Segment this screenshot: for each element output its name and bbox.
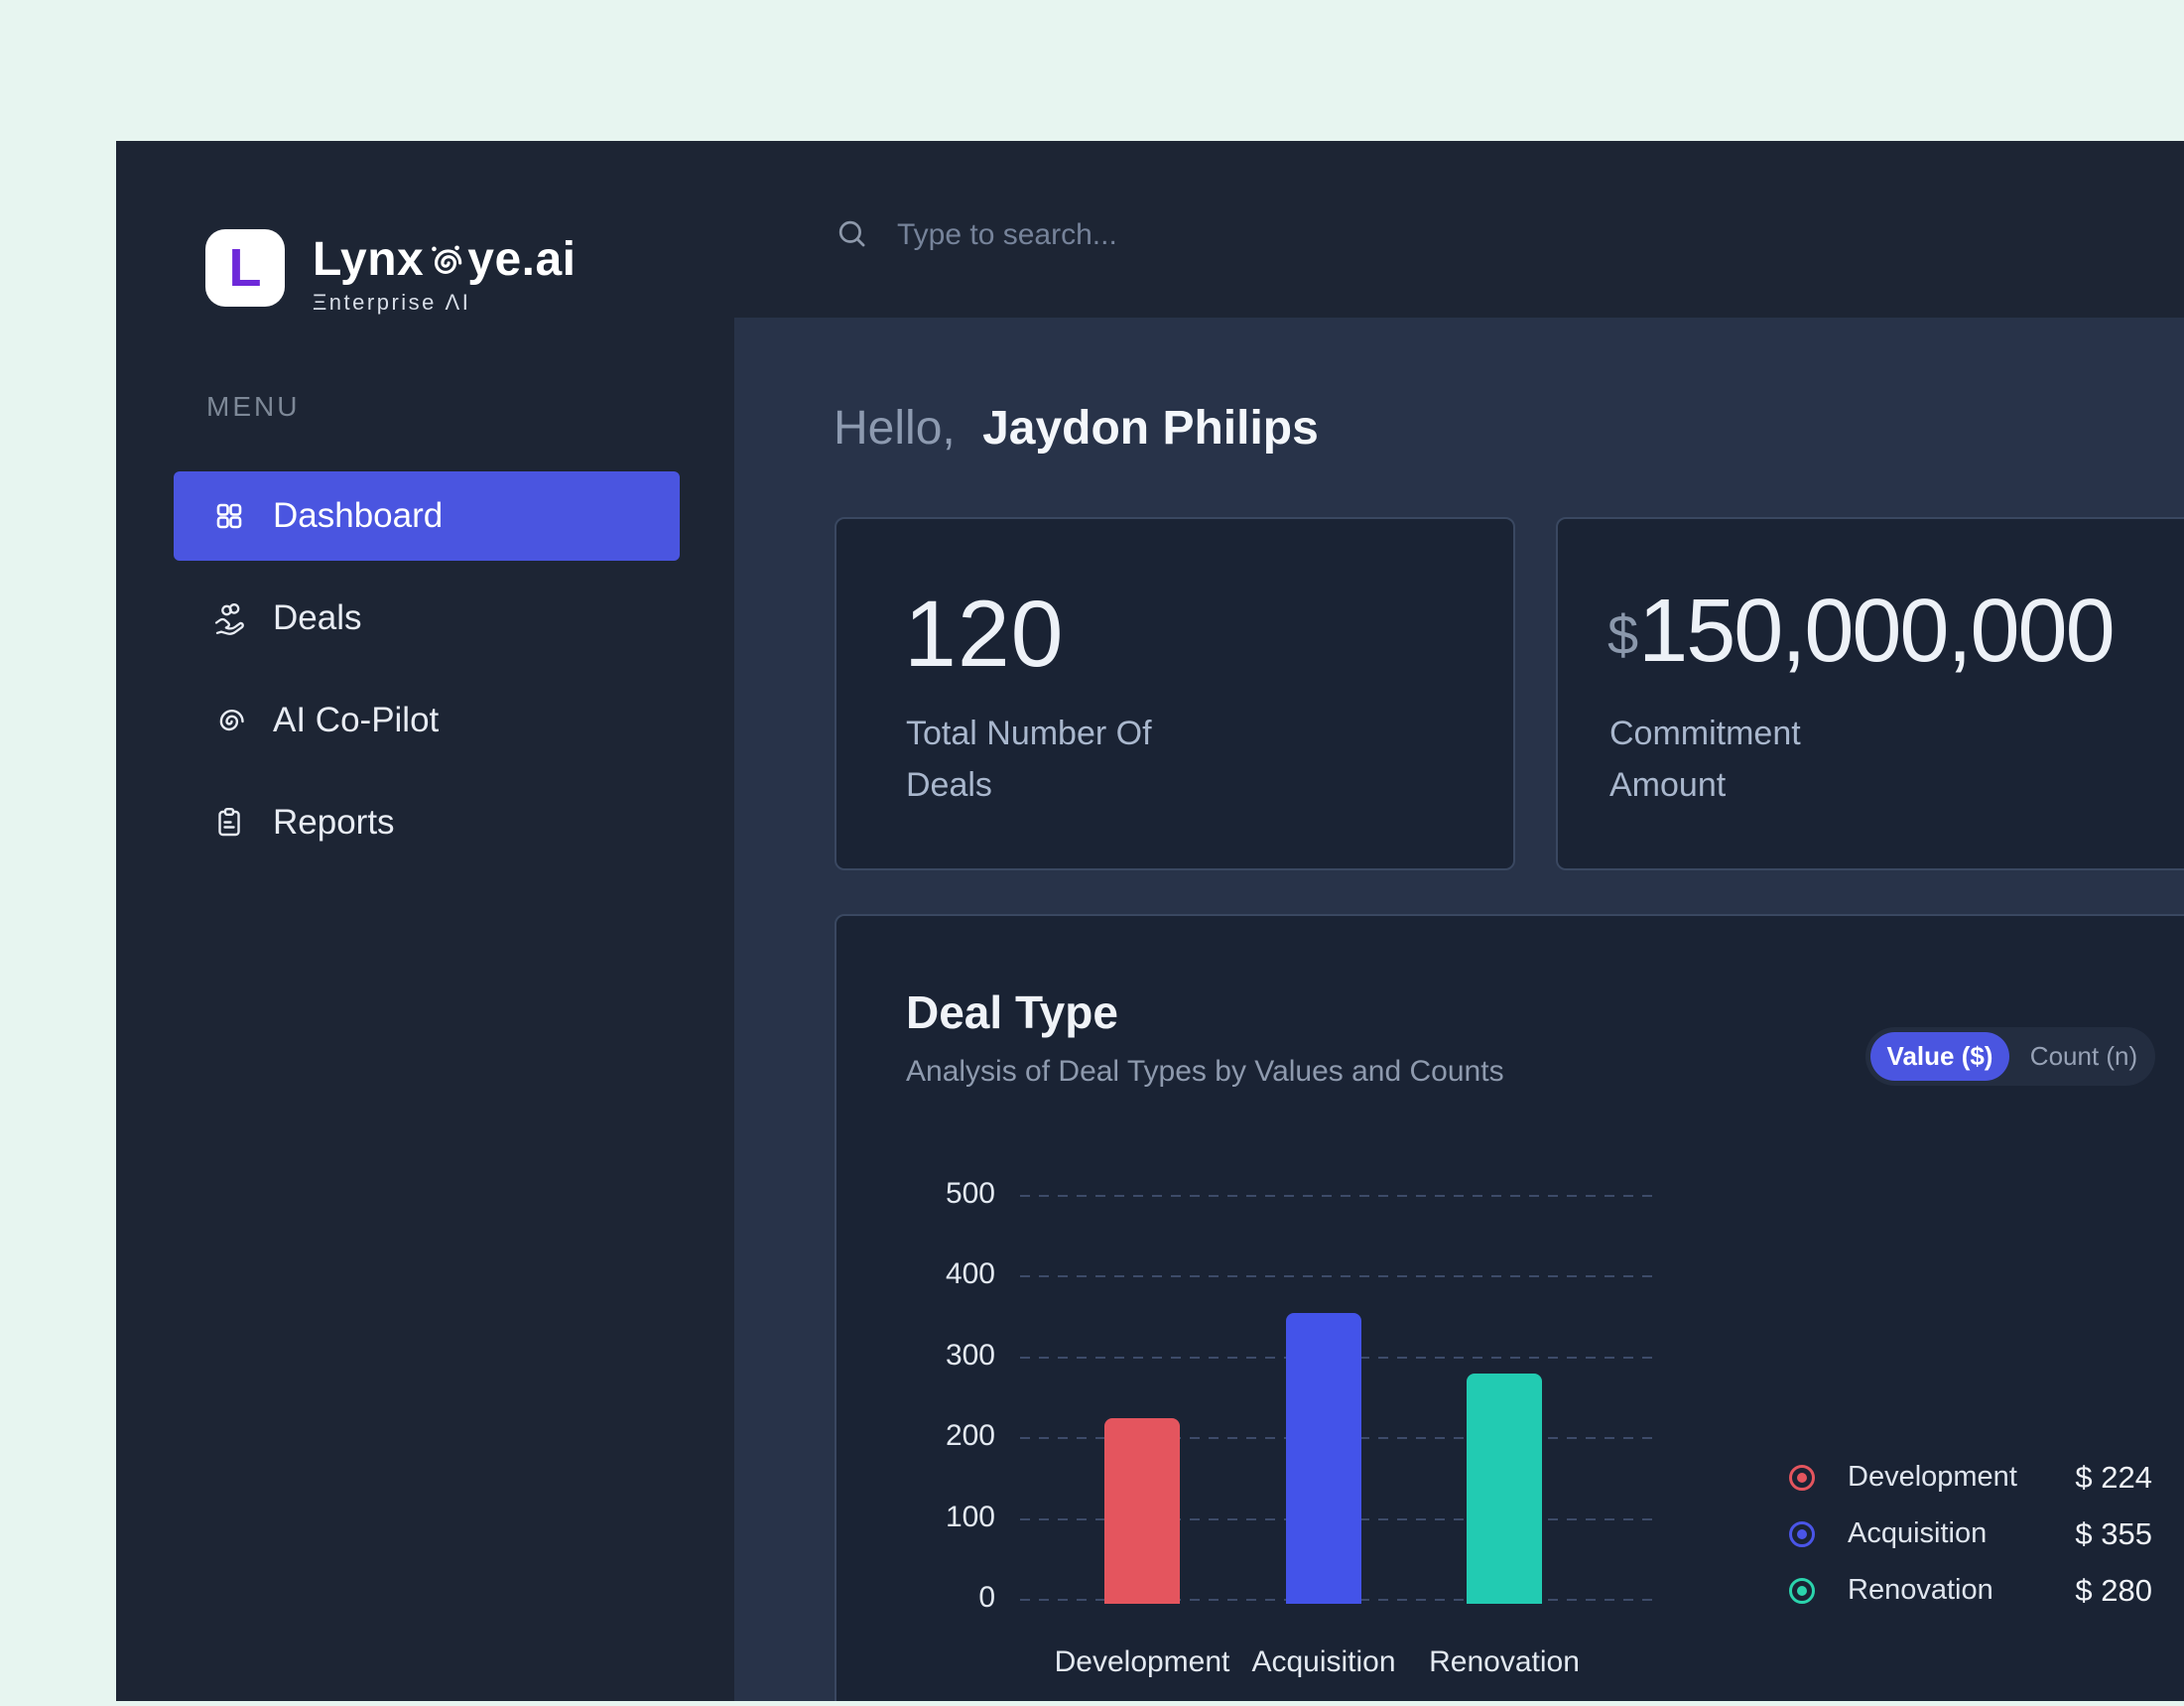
- y-axis-tick-300: 300: [912, 1339, 995, 1373]
- sidebar-item-deals[interactable]: Deals: [174, 574, 680, 663]
- stat-card-total-deals: 120 Total Number Of Deals: [835, 517, 1515, 870]
- stat-label: Commitment Amount: [1609, 708, 1801, 811]
- menu-section-label: MENU: [206, 391, 300, 423]
- sidebar-item-ai-copilot[interactable]: AI Co-Pilot: [174, 676, 680, 765]
- brand-name-suffix: ye.ai: [467, 232, 576, 287]
- y-axis-tick-0: 0: [912, 1581, 995, 1615]
- y-axis-tick-400: 400: [912, 1257, 995, 1291]
- dashboard-grid-icon: [211, 498, 247, 534]
- bar-acquisition: [1286, 1313, 1361, 1604]
- legend-dot-icon: [1789, 1578, 1815, 1604]
- legend-label: Acquisition: [1848, 1517, 1987, 1550]
- spiral-arcs-icon: [211, 703, 247, 738]
- legend-row-development: Development $ 224: [1789, 1449, 2152, 1506]
- x-axis-label-renovation: Renovation: [1429, 1645, 1580, 1679]
- stat-value: 120: [904, 581, 1065, 689]
- legend-dot-icon: [1789, 1465, 1815, 1491]
- brand-tagline: Ξnterprise ΛI: [313, 290, 577, 316]
- brand-name: Lynx ye.ai: [313, 232, 577, 287]
- bar-development: [1104, 1418, 1180, 1604]
- bar-renovation: [1467, 1374, 1542, 1604]
- logo: L: [205, 229, 285, 307]
- greeting: Hello, Jaydon Philips: [834, 401, 1319, 456]
- greeting-prefix: Hello,: [834, 402, 956, 455]
- y-axis-tick-200: 200: [912, 1419, 995, 1453]
- deal-type-card: Deal Type Analysis of Deal Types by Valu…: [835, 914, 2184, 1701]
- gridline-500: [1020, 1195, 1657, 1197]
- logo-letter: L: [229, 237, 262, 299]
- currency-symbol: $: [1607, 602, 1638, 667]
- legend-value: $ 355: [2075, 1516, 2152, 1552]
- sidebar-item-label: Dashboard: [273, 496, 443, 536]
- y-axis-tick-500: 500: [912, 1177, 995, 1211]
- legend-row-acquisition: Acquisition $ 355: [1789, 1506, 2152, 1562]
- gridline-400: [1020, 1275, 1657, 1277]
- legend-dot-icon: [1789, 1521, 1815, 1547]
- brand-name-prefix: Lynx: [313, 232, 424, 287]
- legend-label: Renovation: [1848, 1574, 1993, 1607]
- sidebar-item-label: Reports: [273, 803, 395, 843]
- sidebar-item-dashboard[interactable]: Dashboard: [174, 471, 680, 561]
- brand-block: Lynx ye.ai Ξnterprise ΛI: [313, 232, 577, 316]
- stat-card-commitment-amount: $ 150,000,000 Commitment Amount: [1556, 517, 2184, 870]
- hand-coins-icon: [211, 600, 247, 636]
- legend-label: Development: [1848, 1461, 2017, 1494]
- clipboard-icon: [211, 805, 247, 841]
- x-axis-label-acquisition: Acquisition: [1251, 1645, 1395, 1679]
- x-axis-label-development: Development: [1055, 1645, 1230, 1679]
- search-icon: [834, 216, 871, 254]
- stat-value: $ 150,000,000: [1607, 581, 2114, 683]
- app-window: L Lynx ye.ai Ξnterprise ΛI Type to searc…: [116, 141, 2184, 1701]
- y-axis-tick-100: 100: [912, 1501, 995, 1534]
- legend-row-renovation: Renovation $ 280: [1789, 1562, 2152, 1619]
- spiral-eye-icon: [425, 242, 466, 284]
- sidebar-item-label: Deals: [273, 598, 361, 638]
- stat-label: Total Number Of Deals: [906, 708, 1152, 811]
- main-panel: Hello, Jaydon Philips 120 Total Number O…: [734, 318, 2184, 1701]
- greeting-name: Jaydon Philips: [982, 402, 1319, 455]
- legend-value: $ 280: [2075, 1573, 2152, 1609]
- sidebar-item-label: AI Co-Pilot: [273, 701, 439, 740]
- chart-legend: Development $ 224 Acquisition $ 355 Renovati…: [1789, 1449, 2152, 1619]
- page-background: L Lynx ye.ai Ξnterprise ΛI Type to searc…: [0, 0, 2184, 1706]
- sidebar-item-reports[interactable]: Reports: [174, 778, 680, 867]
- sidebar-menu: Dashboard Deals AI Co-Pilot: [174, 471, 680, 867]
- legend-value: $ 224: [2075, 1460, 2152, 1496]
- search-input[interactable]: Type to search...: [834, 203, 1117, 267]
- search-placeholder: Type to search...: [897, 218, 1117, 252]
